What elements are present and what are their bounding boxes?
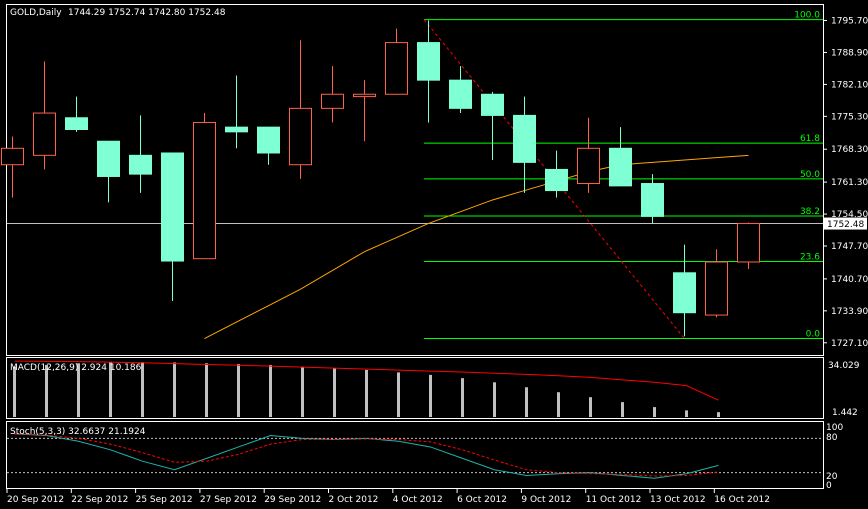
- price-panel-frame: [6, 4, 824, 356]
- macd-bar: [621, 402, 624, 417]
- macd-bar: [173, 362, 176, 417]
- macd-scale-top: 34.029: [828, 361, 860, 371]
- time-tick-label: 22 Sep 2012: [71, 495, 128, 505]
- candle-body-down: [641, 183, 664, 217]
- price-tick-label: 1768.30: [831, 145, 868, 155]
- candle-body-up: [289, 107, 312, 166]
- macd-bar: [333, 368, 336, 417]
- candle-body-up: [737, 222, 760, 263]
- candle-body-down: [161, 152, 184, 262]
- time-tick-label: 16 Oct 2012: [714, 495, 770, 505]
- stoch-main-line: [14, 433, 719, 479]
- candle-body-down: [257, 126, 280, 154]
- candle-body-up: [321, 93, 344, 109]
- price-tick-label: 1788.90: [831, 48, 868, 58]
- price-tick-label: 1782.10: [831, 80, 868, 90]
- time-tick-label: 4 Oct 2012: [393, 495, 443, 505]
- macd-bar: [13, 366, 16, 417]
- price-tick-label: 1795.70: [831, 17, 868, 27]
- macd-bar: [397, 372, 400, 417]
- stoch-scale-100: 100: [826, 423, 843, 433]
- time-tick-label: 29 Sep 2012: [264, 495, 321, 505]
- candle-body-up: [1, 147, 24, 166]
- trading-chart[interactable]: 100.0 61.8 50.0 38.2 23.6 0.0 1752.48 1795.70…: [0, 0, 868, 509]
- stoch-label: Stoch(5,3,3) 32.6637 21.1924: [10, 427, 146, 437]
- time-tick-label: 11 Oct 2012: [586, 495, 642, 505]
- candle-body-up: [385, 42, 408, 95]
- price-tick-label: 1740.70: [831, 275, 868, 285]
- stoch-scale-80: 80: [826, 433, 838, 443]
- time-tick-label: 2 Oct 2012: [329, 495, 379, 505]
- macd-bar: [237, 364, 240, 417]
- macd-scale-bottom: 1.442: [832, 408, 858, 418]
- stoch-signal-line: [14, 433, 719, 477]
- ohlc-values: 1744.29 1752.74 1742.80 1752.48: [68, 8, 226, 18]
- fib-level-label: 50.0: [800, 170, 820, 180]
- price-tick-label: 1747.70: [831, 242, 868, 252]
- macd-bar: [493, 382, 496, 417]
- time-tick-label: 9 Oct 2012: [521, 495, 571, 505]
- candle-body-up: [577, 147, 600, 185]
- candle-body-down: [481, 93, 504, 116]
- macd-bar: [269, 364, 272, 417]
- candle-body-down: [65, 117, 88, 130]
- macd-bar: [429, 374, 432, 417]
- candle-body-up: [705, 261, 728, 316]
- candle-body-up: [353, 93, 376, 98]
- candle-body-down: [225, 126, 248, 133]
- time-axis: 20 Sep 2012 22 Sep 2012 25 Sep 2012 27 Sep …: [6, 489, 770, 505]
- ma-line: [204, 154, 749, 340]
- candle-body-down: [449, 79, 472, 109]
- fib-level-label: 61.8: [800, 134, 820, 144]
- macd-bar: [589, 397, 592, 417]
- time-tick-label: 13 Oct 2012: [650, 495, 706, 505]
- candle-body-down: [513, 114, 536, 163]
- macd-bar: [205, 363, 208, 417]
- macd-bar: [525, 387, 528, 417]
- time-tick-label: 20 Sep 2012: [7, 495, 64, 505]
- stochastic-indicator: [7, 433, 823, 479]
- macd-bar: [557, 392, 560, 417]
- price-tick-label: 1727.10: [831, 339, 868, 349]
- time-tick-label: 27 Sep 2012: [200, 495, 257, 505]
- macd-bar: [141, 362, 144, 417]
- macd-bar: [653, 407, 656, 417]
- price-tick-label: 1775.30: [831, 112, 868, 122]
- candle-body-down: [673, 272, 696, 314]
- price-tick-label: 1733.90: [831, 307, 868, 317]
- candle-body-down: [609, 147, 632, 187]
- macd-bar: [365, 369, 368, 417]
- fib-level-label: 100.0: [794, 11, 820, 21]
- candle-body-down: [97, 140, 120, 177]
- stoch-scale-0: 0: [826, 481, 832, 491]
- macd-bar: [461, 378, 464, 417]
- macd-bar: [301, 366, 304, 417]
- fib-level-label: 23.6: [800, 253, 820, 263]
- candle-body-down: [417, 42, 440, 81]
- price-axis: 1795.70 1788.90 1782.10 1775.30 1768.30 1761.…: [823, 17, 868, 349]
- symbol-label: GOLD,Daily: [10, 8, 62, 18]
- time-tick-label: 25 Sep 2012: [136, 495, 193, 505]
- fib-level-label: 38.2: [800, 207, 820, 217]
- candle-body-up: [193, 121, 216, 260]
- candle-body-down: [129, 154, 152, 175]
- macd-bar: [685, 410, 688, 417]
- candle-body-down: [545, 168, 568, 192]
- candle-body-up: [33, 112, 56, 156]
- macd-bar: [717, 412, 720, 417]
- price-tick-label: 1754.50: [831, 210, 868, 220]
- current-price-label: 1752.48: [827, 220, 864, 230]
- fib-level-label: 0.0: [806, 330, 821, 340]
- time-tick-label: 6 Oct 2012: [457, 495, 507, 505]
- price-tick-label: 1761.30: [831, 178, 868, 188]
- macd-label: MACD(12,26,9) 2.924 10.186: [10, 363, 142, 373]
- moving-average: [204, 154, 749, 340]
